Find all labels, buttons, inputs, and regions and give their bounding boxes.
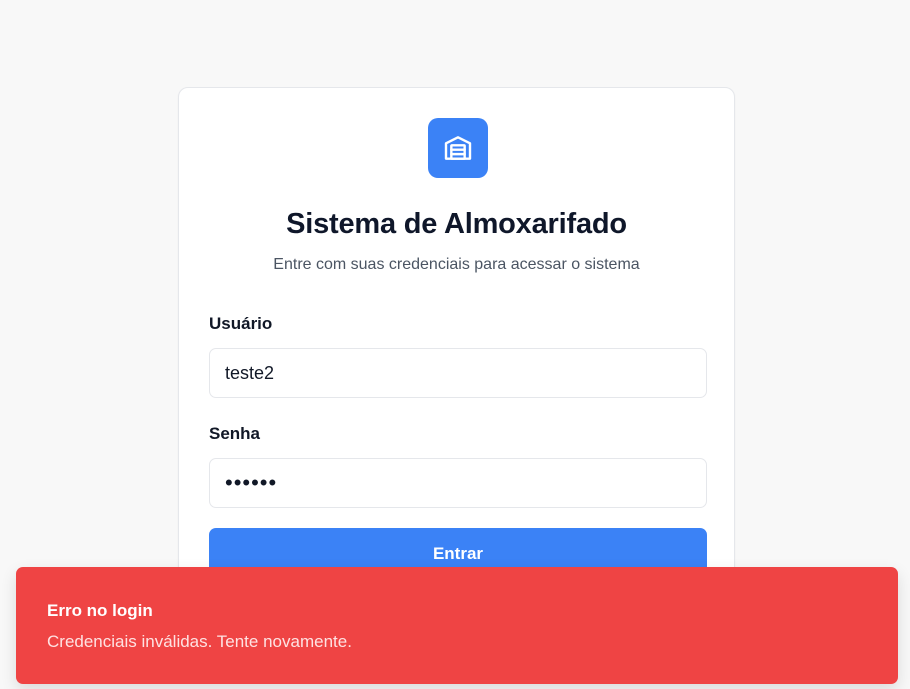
password-input[interactable]: [209, 458, 707, 508]
warehouse-icon: [428, 118, 488, 178]
username-label: Usuário: [209, 314, 273, 333]
toast-title: Erro no login: [47, 601, 153, 620]
page-title: Sistema de Almoxarifado: [286, 208, 627, 240]
error-toast[interactable]: Erro no login Credenciais inválidas. Ten…: [16, 567, 898, 684]
password-label: Senha: [209, 424, 261, 443]
page-subtitle: Entre com suas credenciais para acessar …: [273, 256, 640, 273]
toast-description: Credenciais inválidas. Tente novamente.: [47, 632, 352, 651]
login-page: Sistema de Almoxarifado Entre com suas c…: [0, 0, 910, 689]
login-card: Sistema de Almoxarifado Entre com suas c…: [178, 87, 735, 647]
username-input[interactable]: [209, 348, 707, 398]
